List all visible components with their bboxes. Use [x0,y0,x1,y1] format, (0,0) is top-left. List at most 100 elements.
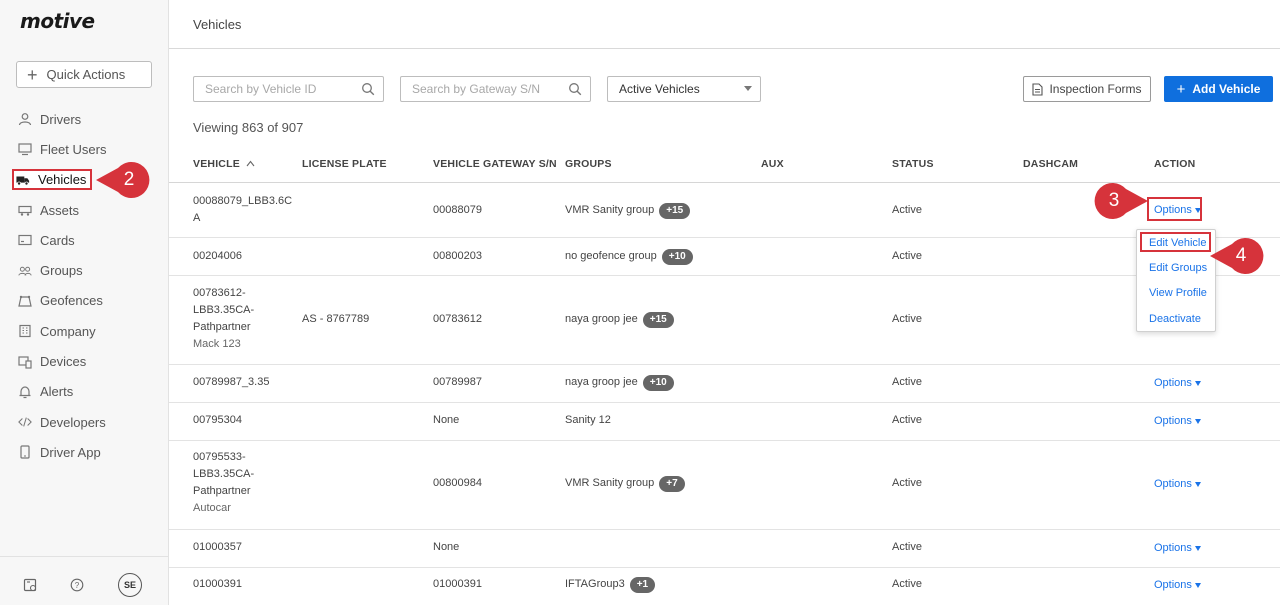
vehicle-id[interactable]: 00795533- LBB3.35CA- Pathpartner Autocar [193,449,254,517]
vehicle-make: Autocar [193,502,231,514]
table-row [169,403,1280,441]
group-count-badge[interactable]: +15 [642,312,674,328]
plus-icon: + [1176,80,1186,98]
sidebar-item-driver-app[interactable]: Driver App [0,437,168,467]
groups-icon [18,264,32,278]
caret-down-icon [1194,545,1201,551]
vehicle-make: Mack 123 [193,338,241,350]
table-row [169,441,1280,530]
group-cell: naya groop jee +15 [565,311,674,328]
table-row [169,530,1280,568]
geofence-icon [18,294,32,308]
trailer-icon [18,203,32,217]
column-header-action: ACTION [1154,158,1196,170]
group-cell: IFTAGroup3 +1 [565,576,656,593]
column-header-aux: AUX [761,158,784,170]
search-vehicle-id[interactable] [193,76,384,102]
status-cell: Active [892,541,922,553]
status-cell: Active [892,250,922,262]
page-title: Vehicles [193,17,242,32]
menu-item-view-profile[interactable]: View Profile [1149,287,1207,299]
options-dropdown-toggle[interactable]: Options [1154,579,1201,591]
group-count-badge[interactable]: +15 [659,203,691,219]
vehicle-id[interactable]: 01000391 [193,576,242,593]
column-header-dashcam: DASHCAM [1023,158,1079,170]
menu-item-edit-groups[interactable]: Edit Groups [1149,262,1207,274]
step-4-callout: 4 [1210,236,1268,276]
inspection-forms-button[interactable]: Inspection Forms [1023,76,1151,102]
monitor-icon [18,142,32,156]
group-count-badge[interactable]: +10 [661,249,693,265]
search-gateway[interactable] [400,76,591,102]
caret-down-icon [1194,380,1201,386]
column-header-status: STATUS [892,158,934,170]
add-vehicle-button[interactable]: + Add Vehicle [1164,76,1273,102]
bell-icon [18,385,32,399]
group-cell: VMR Sanity group +15 [565,202,691,219]
group-count-badge[interactable]: +10 [642,375,674,391]
gateway-sn: 00800203 [433,250,482,262]
status-cell: Active [892,376,922,388]
status-cell: Active [892,578,922,590]
group-cell: VMR Sanity group +7 [565,475,685,492]
devices-icon [18,355,32,369]
options-dropdown-toggle[interactable]: Options [1154,478,1201,490]
sidebar-item-devices[interactable]: Devices [0,346,168,376]
status-filter-select[interactable]: Active Vehicles [607,76,761,102]
options-dropdown-toggle[interactable]: Options [1154,542,1201,554]
search-gateway-input[interactable] [412,82,562,96]
group-cell: Sanity 12 [565,414,611,426]
vehicle-id[interactable]: 00088079_LBB3.6C A [193,193,292,227]
building-icon [18,324,32,338]
sidebar-item-alerts[interactable]: Alerts [0,377,168,407]
sidebar-item-developers[interactable]: Developers [0,407,168,437]
group-cell: no geofence group +10 [565,248,693,265]
motive-logo[interactable]: motive [20,9,95,33]
gateway-sn: None [433,541,460,553]
search-icon[interactable] [568,82,582,99]
sidebar-nav: Drivers Fleet Users Vehicles Assets Card… [0,104,168,468]
vehicle-id[interactable]: 00789987_3.35 [193,374,269,391]
quick-actions-label: Quick Actions [46,67,126,82]
chevron-down-icon [744,86,752,91]
search-icon[interactable] [361,82,375,99]
edit-vehicle-highlight-box [1140,232,1211,252]
status-cell: Active [892,477,922,489]
phone-settings-icon[interactable] [22,577,38,593]
options-dropdown-toggle[interactable]: Options [1154,377,1201,389]
quick-actions-button[interactable]: + Quick Actions [16,61,152,88]
menu-item-deactivate[interactable]: Deactivate [1149,313,1201,325]
sidebar: motive + Quick Actions Drivers Fleet Use… [0,0,169,605]
column-header-gateway: VEHICLE GATEWAY S/N [433,158,557,170]
vehicle-id[interactable]: 01000357 [193,539,242,556]
person-icon [18,112,32,126]
sidebar-item-groups[interactable]: Groups [0,255,168,285]
group-count-badge[interactable]: +1 [629,577,656,593]
viewing-count: Viewing 863 of 907 [193,120,304,135]
column-header-vehicle[interactable]: VEHICLE [193,158,255,170]
table-row [169,238,1280,276]
page-header: Vehicles [169,0,1280,49]
options-dropdown-toggle[interactable]: Options [1154,415,1201,427]
vehicle-id[interactable]: 00783612- LBB3.35CA- Pathpartner Mack 123 [193,285,254,353]
gateway-sn: 01000391 [433,578,482,590]
sidebar-item-geofences[interactable]: Geofences [0,286,168,316]
gateway-sn: None [433,414,460,426]
column-header-groups: GROUPS [565,158,612,170]
avatar[interactable]: SE [118,573,142,597]
step-2-callout: 2 [96,160,154,200]
sidebar-item-cards[interactable]: Cards [0,225,168,255]
status-cell: Active [892,313,922,325]
help-icon[interactable]: ? [69,577,85,593]
status-cell: Active [892,204,922,216]
search-vehicle-input[interactable] [205,82,355,96]
group-count-badge[interactable]: +7 [659,476,685,492]
sidebar-item-drivers[interactable]: Drivers [0,104,168,134]
sort-ascending-icon [246,158,255,170]
vehicle-id[interactable]: 00795304 [193,412,242,429]
group-cell: naya groop jee +10 [565,374,674,391]
sidebar-item-company[interactable]: Company [0,316,168,346]
vehicle-id[interactable]: 00204006 [193,248,242,265]
gateway-sn: 00789987 [433,376,482,388]
caret-down-icon [1194,481,1201,487]
